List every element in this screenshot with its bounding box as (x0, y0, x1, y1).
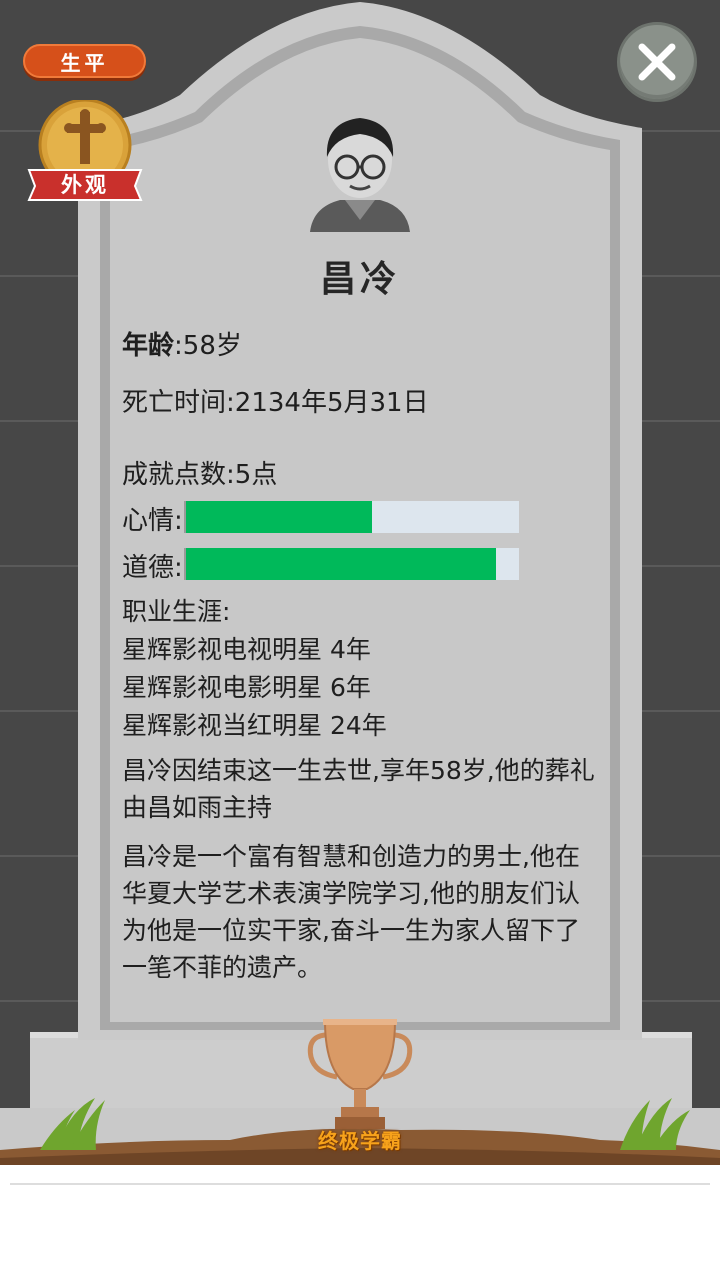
career-item-years: 6年 (329, 673, 371, 702)
close-icon (638, 43, 676, 81)
career-item: 星辉影视当红明星 24年 (122, 706, 387, 742)
avatar (310, 118, 410, 232)
trophy-title: 终极学霸 (318, 1129, 402, 1153)
life-button[interactable]: 生平 (23, 44, 146, 78)
career-item-label: 星辉影视电视明星 (122, 635, 323, 664)
achievement-row: 成就点数:5点 (122, 454, 277, 491)
achievement-value: :5点 (226, 460, 278, 490)
death-value: :2134年5月31日 (226, 388, 429, 418)
mood-bar-fill (186, 501, 373, 533)
career-item-label: 星辉影视当红明星 (122, 711, 323, 740)
age-row: 年龄:58岁 (122, 325, 242, 362)
bio-text: 昌冷是一个富有智慧和创造力的男士,他在华夏大学艺术表演学院学习,他的朋友们认为他… (122, 842, 580, 982)
mood-label: 心情: (122, 506, 183, 536)
career-title: 职业生涯: (122, 597, 231, 626)
death-label: 死亡时间 (122, 388, 227, 418)
appearance-label: 外观 (61, 173, 109, 197)
morality-bar (184, 548, 519, 580)
career-item: 星辉影视电视明星 4年 (122, 630, 371, 666)
deceased-name: 昌冷 (319, 259, 400, 300)
career-item-label: 星辉影视电影明星 (122, 673, 323, 702)
achievement-label: 成就点数 (122, 460, 227, 490)
career-item: 星辉影视电影明星 6年 (122, 668, 371, 704)
mood-bar (184, 501, 519, 533)
career-item-years: 4年 (329, 635, 371, 664)
divider (10, 1183, 710, 1185)
career-item-years: 24年 (329, 711, 387, 740)
trophy-icon (307, 1019, 413, 1129)
funeral-text: 昌冷因结束这一生去世,享年58岁,他的葬礼由昌如雨主持 (122, 756, 595, 822)
death-row: 死亡时间:2134年5月31日 (122, 382, 429, 419)
morality-bar-fill (186, 548, 496, 580)
morality-label: 道德: (122, 553, 183, 583)
close-button[interactable] (617, 22, 697, 102)
age-label: 年龄 (122, 331, 175, 361)
age-value: :58岁 (174, 331, 242, 361)
